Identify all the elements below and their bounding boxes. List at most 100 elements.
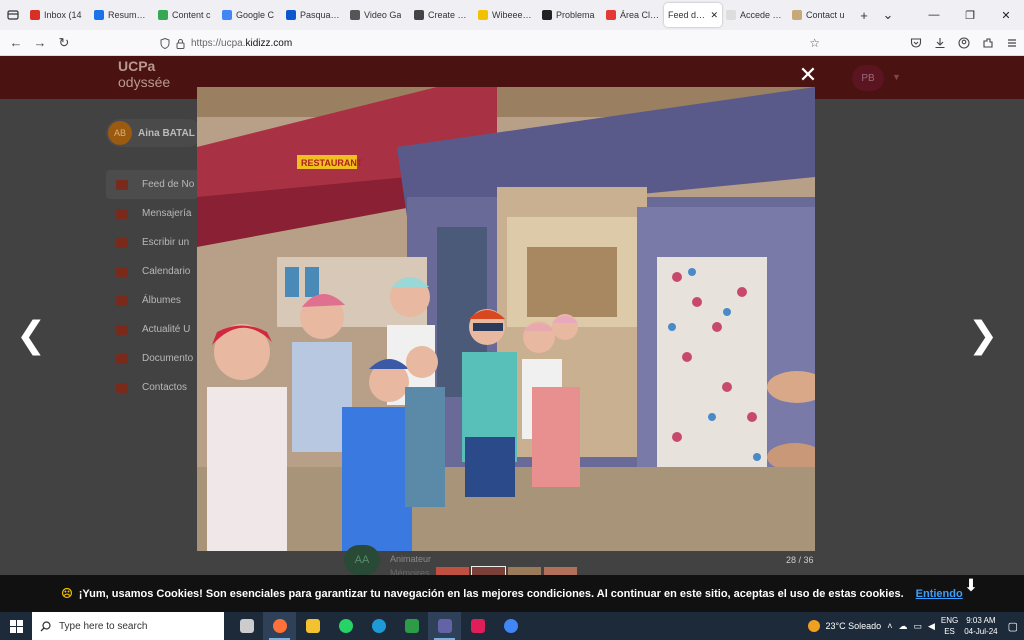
bookmark-star-icon[interactable]: ☆ bbox=[809, 36, 820, 50]
tab[interactable]: Pasqual Te bbox=[282, 3, 344, 27]
tab[interactable]: Create - A bbox=[410, 3, 472, 27]
network-icon[interactable]: ▭ bbox=[913, 621, 922, 632]
sidebar-item[interactable]: Feed de No bbox=[106, 170, 202, 199]
browser-tab-bar: Inbox (14 Resum - C Content c Google C Pasqu… bbox=[0, 0, 1024, 30]
tab[interactable]: Inbox (14 bbox=[26, 3, 88, 27]
sidebar-item[interactable]: Contactos bbox=[106, 373, 202, 402]
firefox-icon[interactable] bbox=[263, 612, 296, 640]
sidebar-item-label: Calendario bbox=[142, 266, 191, 277]
task-view-icon[interactable] bbox=[230, 612, 263, 640]
edge-icon[interactable] bbox=[362, 612, 395, 640]
thumbnail[interactable] bbox=[471, 566, 506, 576]
sidebar-item-label: Actualité U bbox=[142, 324, 191, 335]
photo-sign: RESTAURANT bbox=[301, 158, 363, 168]
file-explorer-glyph bbox=[305, 619, 320, 633]
menu-item-icon bbox=[116, 353, 128, 364]
onedrive-icon[interactable]: ☁ bbox=[898, 621, 907, 632]
pocket-icon[interactable] bbox=[910, 37, 922, 49]
volume-icon[interactable]: ◀ bbox=[928, 621, 935, 632]
thumbnail[interactable] bbox=[544, 567, 577, 575]
sidebar-menu: Feed de No Mensajería Escribir un Calendari… bbox=[106, 170, 202, 402]
tab[interactable]: Wibeee M bbox=[474, 3, 536, 27]
account-icon[interactable] bbox=[958, 37, 970, 49]
sidebar-item[interactable]: Escribir un bbox=[106, 228, 202, 257]
taskbar-apps bbox=[230, 612, 527, 640]
notifications-icon[interactable]: ▢ bbox=[1008, 620, 1018, 633]
language-indicator[interactable]: ENG ES bbox=[941, 615, 958, 637]
favicon-icon bbox=[606, 10, 616, 20]
menu-item-icon bbox=[116, 324, 128, 335]
slack-icon[interactable] bbox=[461, 612, 494, 640]
green-app-glyph bbox=[404, 619, 419, 633]
extensions-icon[interactable] bbox=[982, 37, 994, 49]
back-button[interactable]: ← bbox=[4, 31, 28, 55]
menu-item-icon bbox=[116, 266, 128, 277]
tab-label: Google C bbox=[236, 10, 275, 20]
next-photo-button[interactable]: ❯ bbox=[968, 316, 998, 356]
sidebar-item[interactable]: Actualité U bbox=[106, 315, 202, 344]
tab[interactable]: Google C bbox=[218, 3, 280, 27]
tab[interactable]: Accede a tu c bbox=[722, 3, 786, 27]
system-tray: 23°C Soleado ˄ ☁ ▭ ◀ ENG ES 9:03 AM 04-J… bbox=[807, 612, 1024, 640]
shield-icon bbox=[160, 37, 170, 49]
menu-item-icon bbox=[116, 382, 128, 393]
accept-cookies-link[interactable]: Entiendo bbox=[916, 588, 963, 600]
download-photo-icon[interactable]: ⬇ bbox=[960, 576, 982, 598]
sidebar-item[interactable]: Documento bbox=[106, 344, 202, 373]
tab-list-icon[interactable] bbox=[0, 0, 26, 30]
profile-chevron-down-icon[interactable]: ▼ bbox=[892, 72, 901, 82]
tab-label: Accede a tu c bbox=[740, 10, 782, 20]
favicon-icon bbox=[30, 10, 40, 20]
ucpa-logo: UCPa odyssée bbox=[118, 58, 171, 90]
sidebar-item[interactable]: Mensajería bbox=[106, 199, 202, 228]
download-icon[interactable] bbox=[934, 37, 946, 49]
windows-taskbar: Type here to search 23°C Soleado ˄ ☁ ▭ ◀… bbox=[0, 612, 1024, 640]
taskbar-search-input[interactable]: Type here to search bbox=[32, 612, 224, 640]
maximize-button[interactable]: ❐ bbox=[952, 0, 988, 30]
sidebar-item[interactable]: Calendario bbox=[106, 257, 202, 286]
sidebar-item-label: Feed de No bbox=[142, 179, 195, 190]
tab[interactable]: Área Clien bbox=[602, 3, 664, 27]
tab[interactable]: Video Ga bbox=[346, 3, 408, 27]
menu-icon[interactable] bbox=[1006, 37, 1018, 49]
teams-icon[interactable] bbox=[428, 612, 461, 640]
thumbnail[interactable] bbox=[436, 567, 469, 575]
tab-list-chevron-icon[interactable]: ⌄ bbox=[876, 7, 900, 23]
photo-counter: 28 / 36 bbox=[786, 555, 814, 565]
chrome-icon[interactable] bbox=[494, 612, 527, 640]
green-app-icon[interactable] bbox=[395, 612, 428, 640]
file-explorer-icon[interactable] bbox=[296, 612, 329, 640]
forward-button[interactable]: → bbox=[28, 31, 52, 55]
tab[interactable]: Resum - C bbox=[90, 3, 152, 27]
tab[interactable]: Problema bbox=[538, 3, 600, 27]
whatsapp-icon[interactable] bbox=[329, 612, 362, 640]
profile-avatar[interactable]: PB bbox=[852, 65, 884, 91]
tab[interactable]: Content c bbox=[154, 3, 216, 27]
previous-photo-button[interactable]: ❮ bbox=[16, 316, 46, 356]
thumbnail[interactable] bbox=[508, 567, 541, 575]
search-placeholder: Type here to search bbox=[59, 620, 148, 632]
chevron-up-icon[interactable]: ˄ bbox=[887, 621, 892, 631]
sidebar-item-label: Álbumes bbox=[142, 295, 181, 306]
sidebar-item-label: Mensajería bbox=[142, 208, 192, 219]
tab[interactable]: Contact u bbox=[788, 3, 852, 27]
minimize-button[interactable]: — bbox=[916, 0, 952, 30]
tab-active-feed[interactable]: Feed de N ✕ bbox=[664, 3, 722, 27]
close-viewer-button[interactable]: ✕ bbox=[796, 63, 820, 87]
menu-item-icon bbox=[116, 237, 128, 248]
address-bar[interactable]: https://ucpa.kidizz.com ☆ bbox=[152, 32, 828, 54]
tab-label: Problema bbox=[556, 10, 595, 20]
whatsapp-glyph bbox=[338, 619, 353, 633]
close-tab-icon[interactable]: ✕ bbox=[710, 10, 718, 21]
tab-label: Video Ga bbox=[364, 10, 402, 20]
clock[interactable]: 9:03 AM 04-Jul-24 bbox=[964, 615, 997, 637]
reload-button[interactable]: ↻ bbox=[52, 31, 76, 55]
user-chip[interactable]: AB Aina BATAL bbox=[106, 119, 202, 147]
menu-item-icon bbox=[116, 179, 128, 190]
sidebar-item[interactable]: Álbumes bbox=[106, 286, 202, 315]
close-window-button[interactable]: ✕ bbox=[988, 0, 1024, 30]
new-tab-button[interactable]: + bbox=[852, 8, 876, 23]
windows-start-icon[interactable] bbox=[0, 612, 32, 640]
thumbnail-strip bbox=[436, 566, 577, 576]
weather-text[interactable]: 23°C Soleado bbox=[826, 621, 882, 631]
